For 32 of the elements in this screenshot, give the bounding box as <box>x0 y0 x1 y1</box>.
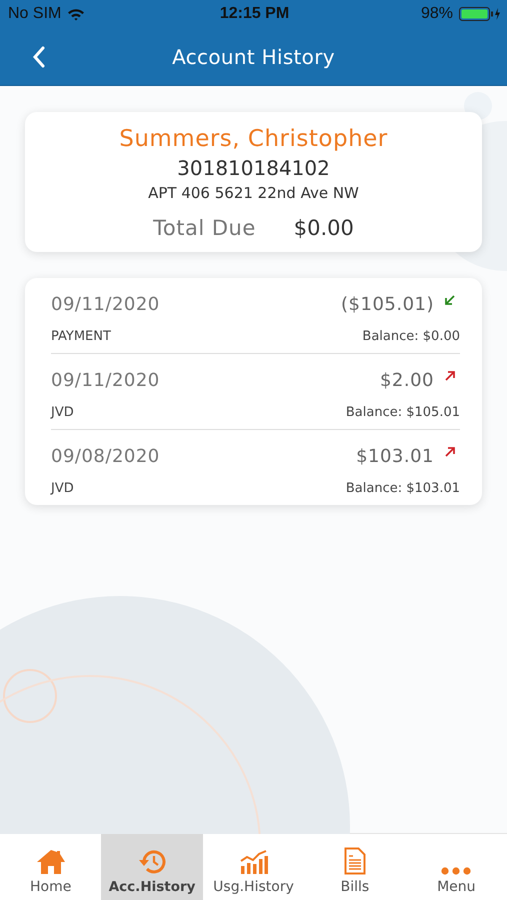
transaction-row[interactable]: 09/08/2020 $103.01 JVD Balance: $103.01 <box>51 430 460 505</box>
history-icon <box>138 849 166 875</box>
transaction-date: 09/08/2020 <box>51 446 161 467</box>
transaction-date: 09/11/2020 <box>51 294 161 315</box>
clock-text: 12:15 PM <box>220 5 290 23</box>
battery-text: 98% <box>420 5 453 23</box>
transaction-type: JVD <box>51 405 74 420</box>
customer-name: Summers, Christopher <box>119 126 388 152</box>
document-icon <box>344 847 366 875</box>
account-number: 301810184102 <box>177 156 330 180</box>
balance-text: Balance: $103.01 <box>346 481 460 496</box>
wifi-icon <box>67 8 86 20</box>
battery-icon <box>459 7 501 21</box>
carrier-text: No SIM <box>8 5 62 23</box>
balance-text: Balance: $0.00 <box>362 329 460 344</box>
transaction-row[interactable]: 09/11/2020 ($105.01) PAYMENT Balance: $0.00 <box>51 278 460 354</box>
address-text: APT 406 5621 22nd Ave NW <box>148 184 359 202</box>
transaction-amount: $2.00 <box>380 370 434 391</box>
total-due-value: $0.00 <box>294 216 354 240</box>
tab-bar-item[interactable]: Acc.History <box>101 834 203 900</box>
screen-title: Account History <box>172 44 335 68</box>
total-due-label: Total Due <box>153 216 256 240</box>
house-icon <box>36 849 66 875</box>
transaction-type: JVD <box>51 481 74 496</box>
transaction-row[interactable]: 09/11/2020 $2.00 JVD Balance: $105.01 <box>51 354 460 430</box>
transaction-type: PAYMENT <box>51 329 111 344</box>
bar-chart-icon <box>240 849 268 875</box>
balance-text: Balance: $105.01 <box>346 405 460 420</box>
transaction-amount: $103.01 <box>356 446 434 467</box>
transaction-amount: ($105.01) <box>341 294 434 315</box>
more-icon <box>441 867 472 875</box>
transaction-date: 09/11/2020 <box>51 370 161 391</box>
